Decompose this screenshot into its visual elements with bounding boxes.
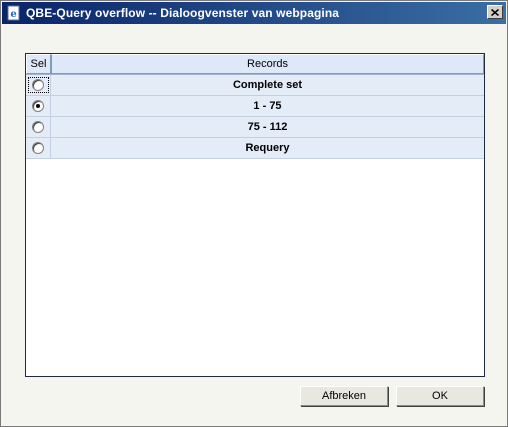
radio-complete-set[interactable]: [32, 79, 44, 91]
row-label: Requery: [245, 142, 290, 154]
column-header-records[interactable]: Records: [51, 54, 484, 74]
table-row[interactable]: 1 - 75: [26, 96, 484, 117]
column-header-sel[interactable]: Sel: [26, 54, 51, 74]
row-select-cell[interactable]: [26, 138, 51, 158]
cancel-button[interactable]: Afbreken: [300, 386, 388, 406]
row-select-cell[interactable]: [26, 117, 51, 137]
radio-75-112[interactable]: [32, 121, 44, 133]
svg-text:e: e: [10, 9, 16, 20]
row-select-cell[interactable]: [26, 75, 51, 95]
table-row[interactable]: Complete set: [26, 75, 484, 96]
row-label: 1 - 75: [253, 100, 282, 112]
window-title: QBE-Query overflow -- Dialoogvenster van…: [26, 6, 340, 20]
grid-header: Sel Records: [26, 54, 484, 75]
table-row[interactable]: Requery: [26, 138, 484, 159]
close-button[interactable]: [487, 5, 503, 19]
row-label: 75 - 112: [247, 121, 288, 133]
table-row[interactable]: 75 - 112: [26, 117, 484, 138]
title-bar[interactable]: e QBE-Query overflow -- Dialoogvenster v…: [2, 2, 506, 24]
ie-page-icon: e: [6, 5, 22, 21]
ok-button[interactable]: OK: [396, 386, 484, 406]
radio-1-75[interactable]: [32, 100, 44, 112]
row-select-cell[interactable]: [26, 96, 51, 116]
radio-requery[interactable]: [32, 142, 44, 154]
close-icon: [490, 5, 500, 19]
records-grid: Sel Records Complete set 1 - 75 75 - 112: [25, 53, 485, 377]
dialog-window: e QBE-Query overflow -- Dialoogvenster v…: [0, 0, 508, 427]
row-label: Complete set: [232, 79, 303, 91]
